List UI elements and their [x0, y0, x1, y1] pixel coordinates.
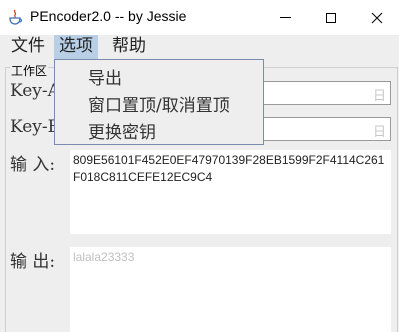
maximize-button[interactable]: [308, 0, 354, 35]
input-textarea[interactable]: 809E56101F452E0EF47970139F28EB1599F2F411…: [70, 150, 391, 234]
menu-file[interactable]: 文件: [6, 35, 50, 59]
title-bar: PEncoder2.0 -- by Jessie: [0, 0, 399, 35]
minimize-icon: [279, 17, 291, 18]
output-label: 输 出:: [10, 252, 56, 272]
java-app-icon: [9, 9, 22, 25]
input-label: 输 入:: [10, 155, 56, 175]
menu-item-toggle-on-top[interactable]: 窗口置顶/取消置顶: [88, 91, 230, 116]
maximize-icon: [326, 12, 336, 23]
workspace-title: 工作区: [10, 62, 49, 79]
menu-item-change-key[interactable]: 更换密钥: [88, 118, 156, 143]
options-dropdown: 导出 窗口置顶/取消置顶 更换密钥: [54, 59, 264, 145]
close-icon: [371, 12, 383, 23]
input-text: 809E56101F452E0EF47970139F28EB1599F2F411…: [73, 153, 385, 184]
menu-item-export[interactable]: 导出: [88, 64, 122, 89]
close-button[interactable]: [354, 0, 399, 35]
key-b-label: Key-B: [10, 117, 61, 137]
minimize-button[interactable]: [262, 0, 308, 35]
menu-help[interactable]: 帮助: [107, 35, 151, 59]
window-title: PEncoder2.0 -- by Jessie: [30, 8, 187, 24]
output-text: lalala23333: [73, 250, 135, 264]
key-a-placeholder: 日: [372, 89, 386, 104]
output-textarea[interactable]: lalala23333: [70, 247, 391, 332]
key-a-label: Key-A: [10, 81, 60, 101]
key-b-placeholder: 日: [372, 125, 386, 140]
menu-bar: 文件 选项 帮助: [0, 35, 399, 59]
menu-options[interactable]: 选项: [54, 35, 98, 59]
